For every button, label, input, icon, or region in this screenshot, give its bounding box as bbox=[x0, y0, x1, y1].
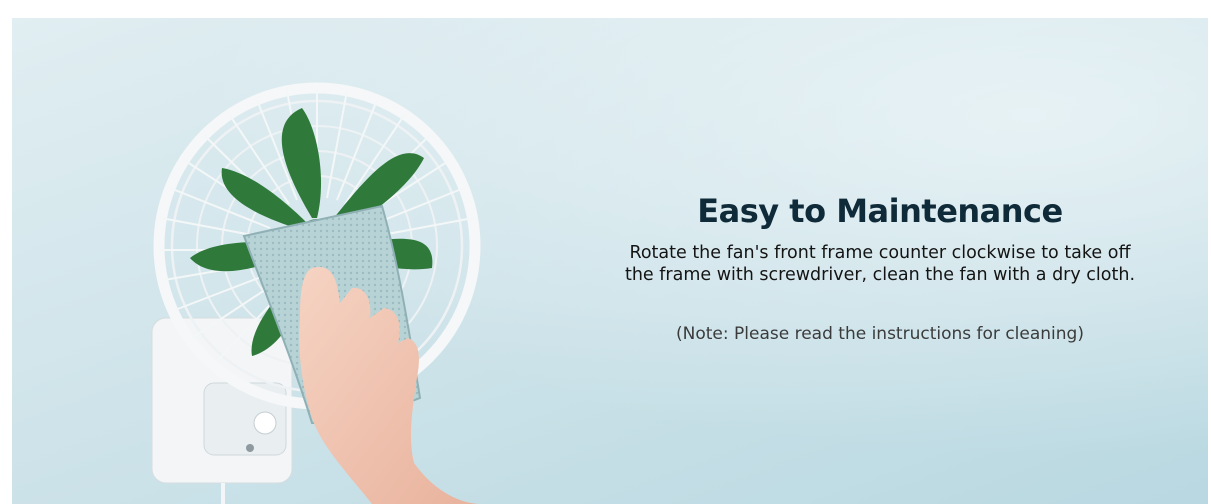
page-frame: Easy to Maintenance Rotate the fan's fro… bbox=[0, 0, 1211, 504]
product-banner: Easy to Maintenance Rotate the fan's fro… bbox=[12, 18, 1208, 504]
banner-note: (Note: Please read the instructions for … bbox=[676, 324, 1084, 344]
banner-text: Easy to Maintenance Rotate the fan's fro… bbox=[620, 192, 1140, 344]
banner-description: Rotate the fan's front frame counter clo… bbox=[624, 243, 1136, 285]
fan-wall-mount bbox=[151, 317, 293, 504]
banner-title: Easy to Maintenance bbox=[697, 192, 1063, 230]
